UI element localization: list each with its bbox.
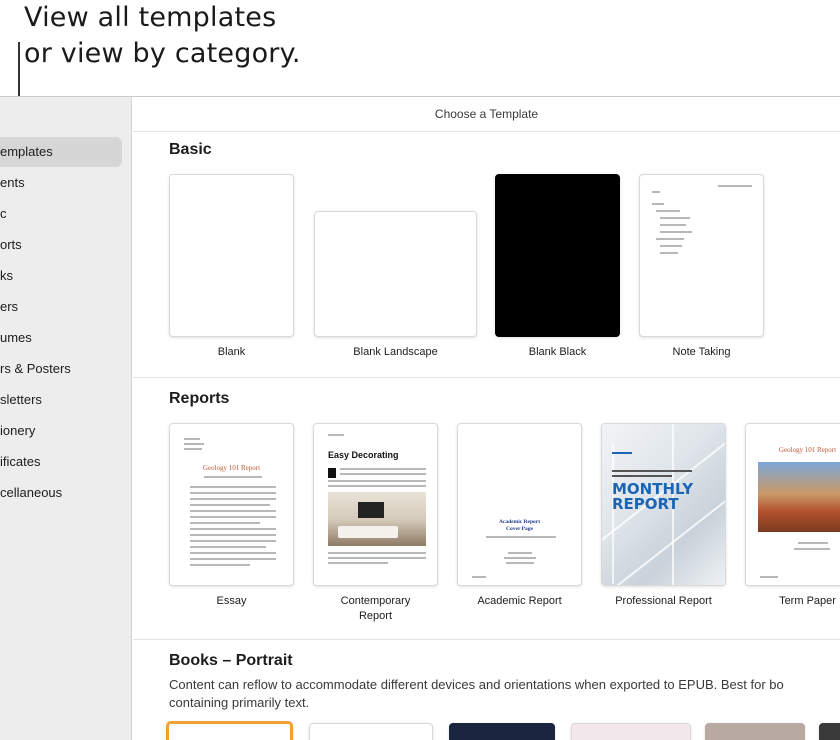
section-title-books-portrait: Books – Portrait — [169, 652, 293, 669]
section-description-line-2: containing primarily text. — [169, 695, 310, 710]
callout-line-2: or view by category. — [24, 38, 301, 69]
template-label-blank: Blank — [217, 346, 246, 358]
callout-annotation: View all templates or view by category. — [24, 0, 444, 72]
sidebar-item-resumes[interactable]: umes — [0, 323, 122, 353]
template-blank-landscape[interactable] — [314, 211, 477, 337]
window-title: Choose a Template — [133, 97, 840, 132]
template-book-2[interactable] — [309, 723, 433, 740]
template-book-6[interactable] — [819, 723, 840, 740]
sidebar-item-miscellaneous[interactable]: cellaneous — [0, 478, 122, 508]
sidebar-item-certificates[interactable]: ificates — [0, 447, 122, 477]
template-label-contemporary-report-line2: Report — [358, 610, 393, 622]
template-label-note-taking: Note Taking — [672, 346, 731, 358]
template-gallery: Choose a Template Basic Blank Blank Land… — [133, 97, 840, 740]
sidebar-item-documents[interactable]: ents — [0, 168, 122, 198]
academic-preview-title: Academic Report Cover Page — [498, 519, 541, 532]
template-label-blank-black: Blank Black — [528, 346, 587, 358]
section-divider — [133, 639, 840, 640]
callout-leader-line — [18, 42, 20, 100]
template-label-essay: Essay — [216, 595, 247, 607]
sidebar-item-all-templates[interactable]: emplates — [0, 137, 122, 167]
template-contemporary-report[interactable]: Easy Decorating — [313, 423, 438, 586]
callout-line-1: View all templates — [24, 2, 277, 33]
template-professional-report[interactable]: MONTHLY REPORT — [601, 423, 726, 586]
category-sidebar: emplates ents c orts ks ers umes rs & Po… — [0, 97, 132, 740]
section-divider — [133, 377, 840, 378]
template-label-contemporary-report-line1: Contemporary — [340, 595, 411, 607]
section-description-line-1: Content can reflow to accommodate differ… — [169, 677, 784, 692]
section-title-basic: Basic — [169, 141, 212, 158]
template-book-4[interactable] — [571, 723, 691, 740]
template-term-paper[interactable]: Geology 101 Report — [745, 423, 840, 586]
template-academic-report[interactable]: Academic Report Cover Page — [457, 423, 582, 586]
template-essay[interactable]: Geology 101 Report — [169, 423, 294, 586]
template-chooser-window: emplates ents c orts ks ers umes rs & Po… — [0, 96, 840, 740]
template-note-taking[interactable] — [639, 174, 764, 337]
section-title-reports: Reports — [169, 390, 230, 407]
template-label-term-paper: Term Paper — [779, 595, 836, 607]
professional-preview-title: MONTHLY REPORT — [612, 480, 694, 513]
sidebar-item-letters[interactable]: ers — [0, 292, 122, 322]
template-blank-black[interactable] — [495, 174, 620, 337]
contemporary-preview-title: Easy Decorating — [328, 450, 399, 460]
sidebar-item-newsletters[interactable]: sletters — [0, 385, 122, 415]
sidebar-item-stationery[interactable]: ionery — [0, 416, 122, 446]
template-label-blank-landscape: Blank Landscape — [353, 346, 438, 358]
essay-preview-title: Geology 101 Report — [202, 464, 261, 472]
term-paper-preview-title: Geology 101 Report — [778, 446, 837, 454]
template-blank[interactable] — [169, 174, 294, 337]
template-book-5[interactable] — [705, 723, 805, 740]
sidebar-item-flyers-posters[interactable]: rs & Posters — [0, 354, 122, 384]
sidebar-item-books[interactable]: ks — [0, 261, 122, 291]
sidebar-item-basic[interactable]: c — [0, 199, 122, 229]
template-book-1-selected[interactable] — [166, 721, 293, 740]
template-book-3[interactable] — [449, 723, 555, 740]
template-label-professional-report: Professional Report — [615, 595, 712, 607]
template-label-academic-report: Academic Report — [477, 595, 562, 607]
sidebar-item-reports[interactable]: orts — [0, 230, 122, 260]
